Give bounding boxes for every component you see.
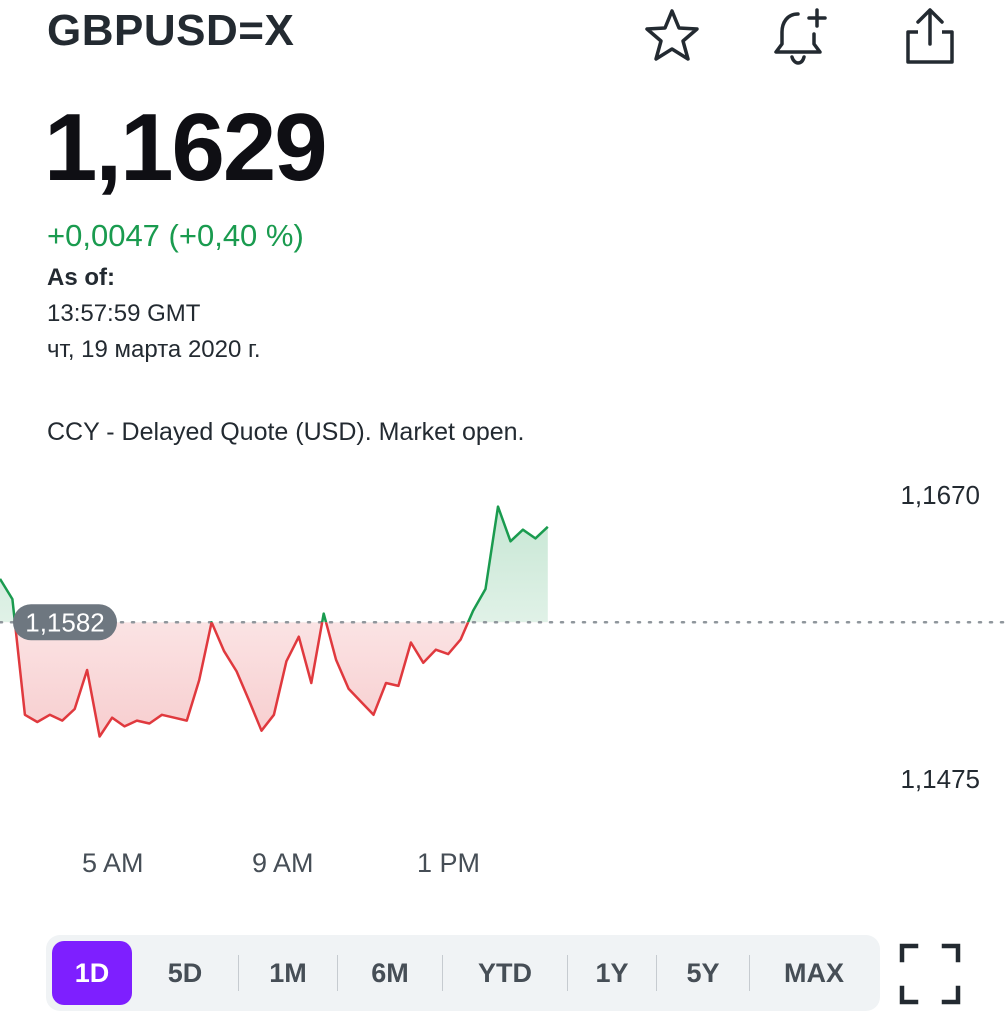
range-5y-button[interactable]: 5Y — [657, 941, 749, 1005]
price-point — [85, 668, 89, 672]
star-icon-graphic — [645, 9, 699, 61]
price-point — [421, 661, 425, 665]
price-point — [98, 735, 102, 739]
price-point — [521, 528, 525, 532]
price-point — [185, 719, 189, 723]
price-point — [372, 713, 376, 717]
price-point — [409, 641, 413, 645]
x-tick-5am: 5 AM — [82, 848, 144, 878]
current-price: 1,1629 — [44, 94, 328, 201]
fullscreen-icon-graphic — [899, 943, 961, 1005]
previous-close-label: 1,1582 — [25, 607, 105, 637]
price-point — [60, 719, 64, 723]
price-point — [347, 687, 351, 691]
price-point — [210, 620, 214, 624]
price-point — [297, 635, 301, 639]
price-point — [471, 609, 475, 613]
range-1y-button[interactable]: 1Y — [568, 941, 656, 1005]
bell-plus-icon-graphic — [774, 8, 827, 65]
price-point — [359, 700, 363, 704]
price-point — [446, 652, 450, 656]
price-point — [123, 724, 127, 728]
as-of-label: As of: — [47, 264, 115, 291]
intraday-chart[interactable]: 1,1582 — [0, 470, 1008, 890]
price-point — [322, 612, 326, 616]
price-point — [396, 684, 400, 688]
price-point — [23, 713, 27, 717]
bell-plus-icon[interactable] — [764, 0, 836, 72]
price-point — [222, 649, 226, 653]
price-point — [546, 525, 550, 529]
price-point — [496, 505, 500, 509]
x-tick-1pm: 1 PM — [417, 848, 481, 878]
as-of-date: чт, 19 марта 2020 г. — [47, 336, 261, 363]
share-icon[interactable] — [894, 0, 966, 72]
share-icon-graphic — [906, 8, 954, 64]
price-change: +0,0047 (+0,40 %) — [47, 218, 304, 253]
price-point — [235, 669, 239, 673]
range-max-button[interactable]: MAX — [750, 941, 878, 1005]
price-point — [10, 597, 14, 601]
quote-status-note: CCY - Delayed Quote (USD). Market open. — [47, 418, 525, 446]
ticker-symbol: GBPUSD=X — [47, 6, 295, 55]
range-ytd-button[interactable]: YTD — [443, 941, 567, 1005]
price-point — [247, 698, 251, 702]
y-axis-high-label: 1,1670 — [900, 480, 980, 510]
price-point — [135, 719, 139, 723]
price-point — [509, 539, 513, 543]
price-point — [73, 707, 77, 711]
price-point — [160, 713, 164, 717]
price-point — [384, 681, 388, 685]
price-point — [533, 536, 537, 540]
price-point — [334, 658, 338, 662]
price-point — [48, 713, 52, 717]
price-point — [484, 587, 488, 591]
price-point — [434, 648, 438, 652]
price-point — [260, 729, 264, 733]
y-axis-low-label: 1,1475 — [900, 764, 980, 794]
range-6m-button[interactable]: 6M — [338, 941, 442, 1005]
price-point — [197, 678, 201, 682]
range-1m-button[interactable]: 1M — [239, 941, 337, 1005]
star-icon[interactable] — [636, 0, 708, 72]
range-selector: 1D 5D 1M 6M YTD 1Y 5Y MAX — [46, 935, 880, 1011]
price-point — [272, 713, 276, 717]
price-point — [147, 722, 151, 726]
as-of-time: 13:57:59 GMT — [47, 300, 201, 327]
fullscreen-icon[interactable] — [894, 938, 966, 1010]
x-tick-9am: 9 AM — [252, 848, 314, 878]
range-5d-button[interactable]: 5D — [132, 941, 238, 1005]
price-point — [459, 638, 463, 642]
range-1d-button[interactable]: 1D — [52, 941, 132, 1005]
price-point — [35, 720, 39, 724]
price-point — [284, 659, 288, 663]
price-point — [309, 681, 313, 685]
price-point — [172, 716, 176, 720]
price-point — [110, 716, 114, 720]
